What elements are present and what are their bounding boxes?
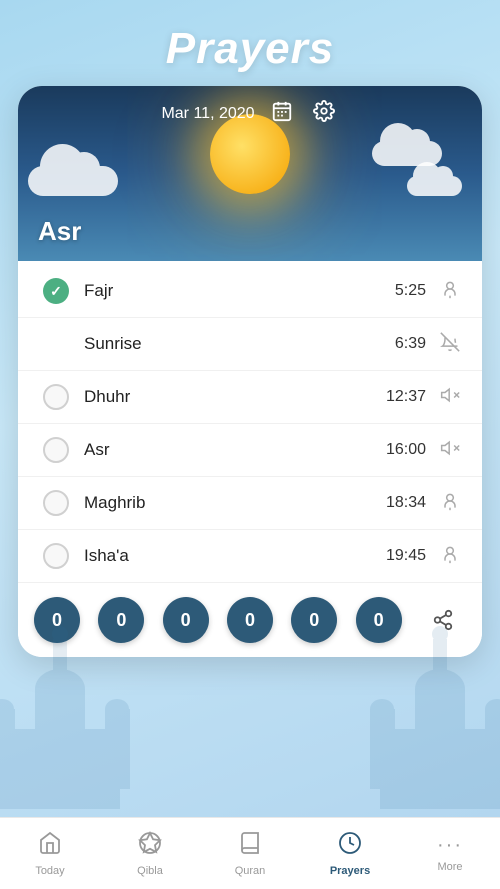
prayer-row-dhuhr[interactable]: Dhuhr 12:37 — [18, 371, 482, 424]
cloud-left — [28, 166, 118, 196]
page-title: Prayers — [0, 0, 500, 86]
dhuhr-time: 12:37 — [386, 388, 426, 406]
nav-prayers[interactable]: Prayers — [300, 823, 400, 885]
prayer-row-sunrise[interactable]: Sunrise 6:39 — [18, 318, 482, 371]
sky-header: Mar 11, 2020 Asr — [18, 86, 482, 261]
share-button[interactable] — [420, 597, 466, 643]
dhuhr-check[interactable] — [38, 384, 74, 410]
ishaa-circle — [43, 543, 69, 569]
tasbih-btn-4[interactable]: 0 — [291, 597, 337, 643]
current-date: Mar 11, 2020 — [161, 105, 254, 123]
asr-check[interactable] — [38, 437, 74, 463]
prayer-row-asr[interactable]: Asr 16:00 — [18, 424, 482, 477]
settings-icon — [313, 100, 335, 122]
fajr-checkmark — [43, 278, 69, 304]
prayer-row-fajr[interactable]: Fajr 5:25 — [18, 265, 482, 318]
nav-more-icon: ··· — [437, 834, 463, 857]
dhuhr-circle — [43, 384, 69, 410]
fajr-check[interactable] — [38, 278, 74, 304]
nav-qibla-label: Qibla — [137, 865, 163, 877]
fajr-time: 5:25 — [395, 282, 426, 300]
prayer-row-ishaa[interactable]: Isha'a 19:45 — [18, 530, 482, 582]
calendar-icon — [271, 100, 293, 122]
ishaa-time: 19:45 — [386, 547, 426, 565]
nav-today[interactable]: Today — [0, 823, 100, 885]
asr-name: Asr — [84, 440, 386, 460]
main-card: Mar 11, 2020 Asr — [18, 86, 482, 657]
nav-quran[interactable]: Quran — [200, 823, 300, 885]
ishaa-name: Isha'a — [84, 546, 386, 566]
fajr-name: Fajr — [84, 281, 395, 301]
nav-more[interactable]: ··· More — [400, 826, 500, 881]
tasbih-btn-2[interactable]: 0 — [163, 597, 209, 643]
share-icon — [432, 609, 454, 631]
prayer-list: Fajr 5:25 Sunrise 6:39 — [18, 261, 482, 582]
nav-quran-label: Quran — [235, 865, 266, 877]
maghrib-circle — [43, 490, 69, 516]
nav-prayers-label: Prayers — [330, 865, 370, 877]
asr-circle — [43, 437, 69, 463]
date-bar: Mar 11, 2020 — [18, 98, 482, 130]
prayer-row-maghrib[interactable]: Maghrib 18:34 — [18, 477, 482, 530]
nav-qibla[interactable]: Qibla — [100, 823, 200, 885]
tasbih-row: 0 0 0 0 0 0 — [18, 582, 482, 657]
nav-quran-icon — [238, 831, 262, 861]
tasbih-btn-0[interactable]: 0 — [34, 597, 80, 643]
settings-button[interactable] — [309, 98, 339, 130]
maghrib-check[interactable] — [38, 490, 74, 516]
nav-today-icon — [38, 831, 62, 861]
nav-prayers-icon — [338, 831, 362, 861]
bottom-nav: Today Qibla Quran Prayers ··· — [0, 817, 500, 889]
nav-more-label: More — [437, 861, 462, 873]
current-prayer-label: Asr — [38, 216, 81, 247]
dhuhr-notif-icon[interactable] — [438, 385, 462, 410]
tasbih-btn-1[interactable]: 0 — [98, 597, 144, 643]
sunrise-name: Sunrise — [84, 334, 395, 354]
maghrib-time: 18:34 — [386, 494, 426, 512]
maghrib-notif-icon[interactable] — [438, 491, 462, 516]
fajr-notif-icon[interactable] — [438, 279, 462, 304]
maghrib-name: Maghrib — [84, 493, 386, 513]
calendar-button[interactable] — [267, 98, 297, 130]
asr-notif-icon[interactable] — [438, 438, 462, 463]
ishaa-check[interactable] — [38, 543, 74, 569]
cloud-right2 — [407, 176, 462, 196]
tasbih-btn-3[interactable]: 0 — [227, 597, 273, 643]
dhuhr-name: Dhuhr — [84, 387, 386, 407]
tasbih-btn-5[interactable]: 0 — [356, 597, 402, 643]
nav-qibla-icon — [138, 831, 162, 861]
sunrise-time: 6:39 — [395, 335, 426, 353]
asr-time: 16:00 — [386, 441, 426, 459]
nav-today-label: Today — [35, 865, 64, 877]
ishaa-notif-icon[interactable] — [438, 544, 462, 569]
sunrise-notif-icon[interactable] — [438, 332, 462, 357]
sunrise-check — [38, 331, 74, 357]
